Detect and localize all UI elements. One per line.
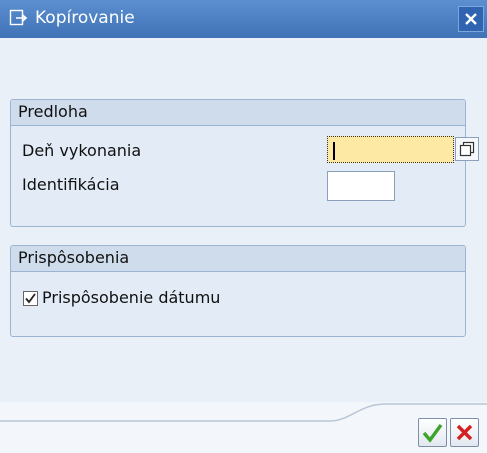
group-title: Predloha <box>18 102 88 121</box>
identification-label: Identifikácia <box>22 175 120 194</box>
cancel-icon <box>456 424 473 441</box>
footer-bar <box>0 402 487 453</box>
title-bar: Kopírovanie <box>0 0 487 38</box>
cancel-button[interactable] <box>450 418 479 447</box>
value-help-button[interactable] <box>455 137 479 161</box>
checkmark-icon <box>422 423 443 443</box>
text-caret <box>333 142 335 160</box>
identification-input[interactable] <box>327 171 395 201</box>
copy-icon <box>9 9 28 27</box>
group-header: Predloha <box>11 100 465 126</box>
execution-day-input[interactable] <box>327 136 454 163</box>
execution-day-label: Deň vykonania <box>22 141 142 160</box>
value-help-icon <box>459 141 475 157</box>
close-icon <box>465 13 477 25</box>
dialog-title: Kopírovanie <box>35 8 135 28</box>
adjust-date-checkbox[interactable] <box>23 291 38 306</box>
group-title: Prispôsobenia <box>18 248 130 267</box>
confirm-button[interactable] <box>418 418 447 447</box>
footer-divider <box>0 403 487 422</box>
group-header: Prispôsobenia <box>11 246 465 272</box>
copy-dialog: Kopírovanie Predloha Deň vykonania Ident… <box>0 0 487 453</box>
group-predloha: Predloha <box>10 99 466 227</box>
close-button[interactable] <box>458 6 484 32</box>
adjust-date-label: Prispôsobenie dátumu <box>42 288 221 307</box>
checkmark-icon <box>25 293 36 304</box>
